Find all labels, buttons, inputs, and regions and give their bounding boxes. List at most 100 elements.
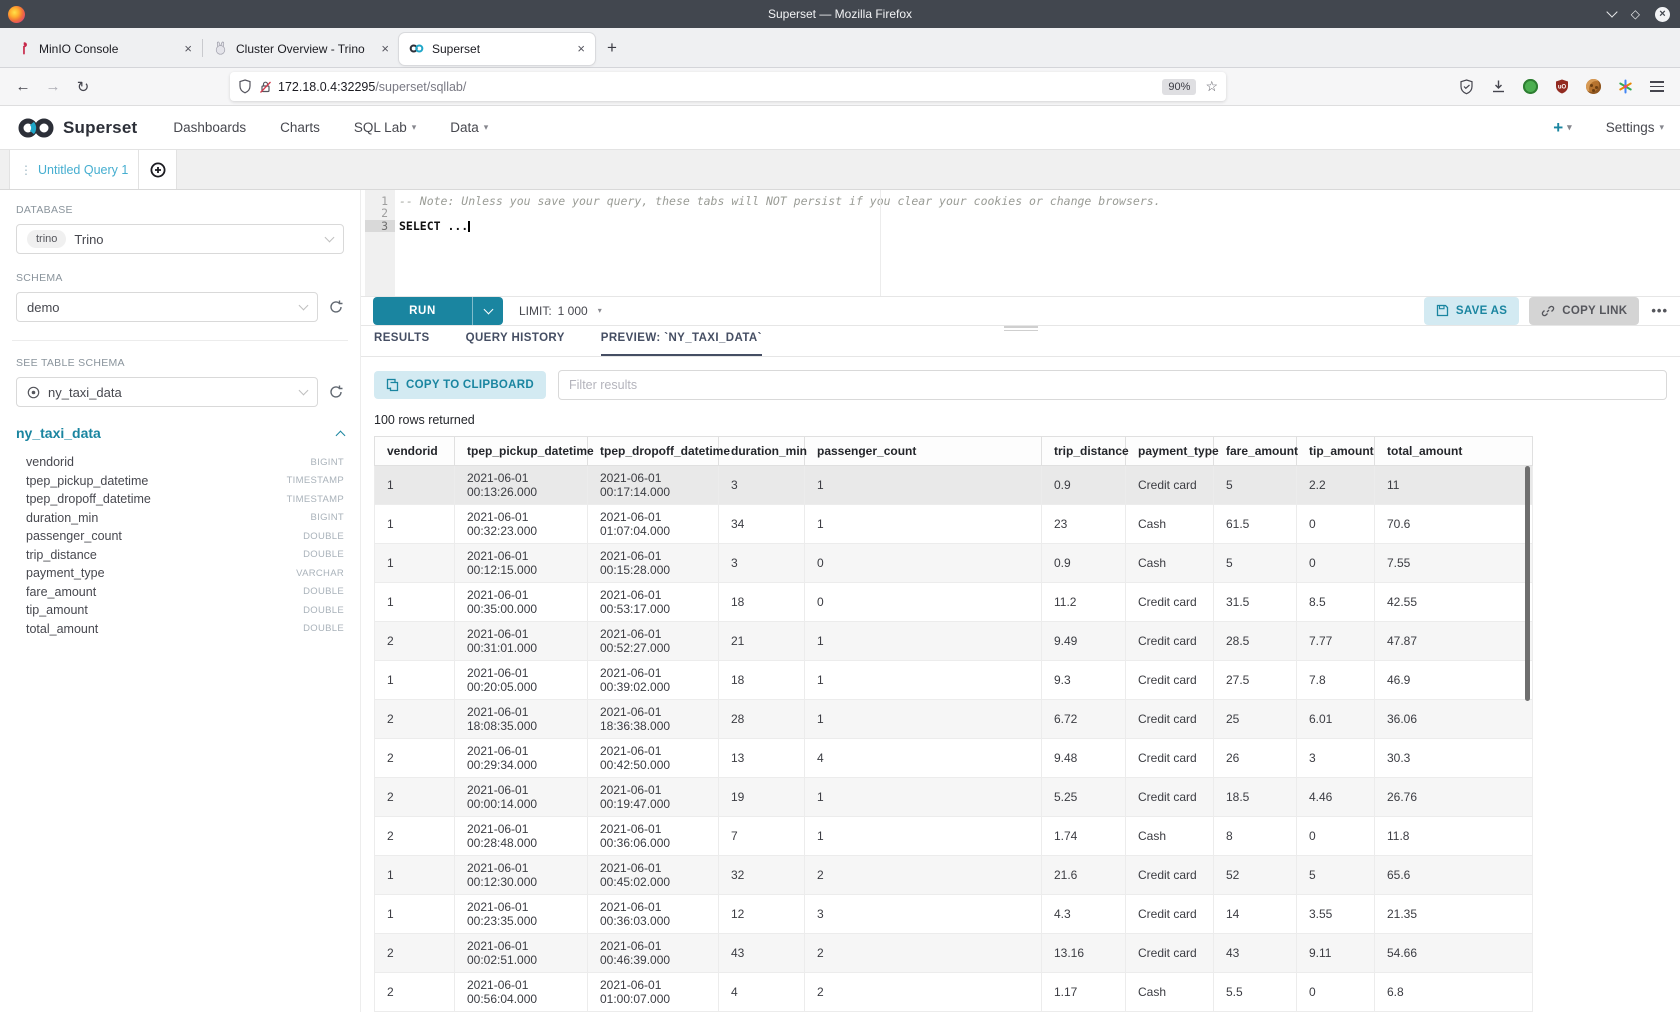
table-cell: 1 bbox=[805, 700, 1042, 739]
tracking-shield-icon[interactable] bbox=[238, 79, 252, 94]
table-row[interactable]: 22021-06-01 00:29:34.0002021-06-01 00:42… bbox=[375, 739, 1533, 778]
window-close-icon[interactable]: × bbox=[1655, 7, 1670, 22]
table-row[interactable]: 22021-06-01 00:31:01.0002021-06-01 00:52… bbox=[375, 622, 1533, 661]
cookie-extension-icon[interactable] bbox=[1586, 79, 1601, 94]
superset-logo[interactable]: Superset bbox=[16, 116, 137, 140]
table-cell: 5 bbox=[1214, 466, 1297, 505]
collapse-chevron-up-icon[interactable] bbox=[336, 430, 346, 440]
table-header-row: vendoridtpep_pickup_datetimetpep_dropoff… bbox=[375, 437, 1533, 466]
tab-close-icon[interactable]: × bbox=[577, 41, 585, 56]
table-row[interactable]: 22021-06-01 00:56:04.0002021-06-01 01:00… bbox=[375, 973, 1533, 1012]
sql-code-editor[interactable]: 1 2 3 -- Note: Unless you save your quer… bbox=[361, 190, 1680, 297]
table-cell: 14 bbox=[1214, 895, 1297, 934]
browser-tab-superset[interactable]: Superset × bbox=[399, 33, 595, 65]
run-dropdown-button[interactable] bbox=[473, 297, 503, 325]
column-type: TIMESTAMP bbox=[287, 494, 344, 505]
database-select[interactable]: trino Trino bbox=[16, 224, 344, 254]
tab-preview-table[interactable]: PREVIEW: `NY_TAXI_DATA` bbox=[601, 332, 762, 356]
more-actions-button[interactable]: ••• bbox=[1651, 303, 1668, 318]
table-header-cell[interactable]: payment_type bbox=[1126, 437, 1214, 466]
table-row[interactable]: 12021-06-01 00:32:23.0002021-06-01 01:07… bbox=[375, 505, 1533, 544]
window-maximize-icon[interactable]: ◇ bbox=[1631, 8, 1640, 20]
bookmark-star-icon[interactable]: ☆ bbox=[1205, 78, 1218, 95]
table-header-cell[interactable]: tpep_pickup_datetime bbox=[455, 437, 588, 466]
copy-link-button[interactable]: COPY LINK bbox=[1529, 297, 1639, 325]
table-row[interactable]: 12021-06-01 00:12:15.0002021-06-01 00:15… bbox=[375, 544, 1533, 583]
table-row[interactable]: 22021-06-01 00:00:14.0002021-06-01 00:19… bbox=[375, 778, 1533, 817]
save-as-button[interactable]: SAVE AS bbox=[1424, 297, 1519, 325]
settings-menu[interactable]: Settings▾ bbox=[1606, 120, 1664, 135]
query-tab-active[interactable]: ⋮ Untitled Query 1 × bbox=[9, 150, 139, 189]
insecure-lock-icon[interactable] bbox=[259, 80, 272, 94]
table-scrollbar[interactable] bbox=[1525, 466, 1530, 701]
pocket-shield-icon[interactable] bbox=[1459, 79, 1474, 95]
table-header-cell[interactable]: trip_distance bbox=[1042, 437, 1126, 466]
table-cell: 1 bbox=[805, 778, 1042, 817]
table-cell: 2021-06-01 18:08:35.000 bbox=[455, 700, 588, 739]
table-cell: 3 bbox=[719, 466, 805, 505]
table-cell: 2021-06-01 00:36:06.000 bbox=[588, 817, 719, 856]
tab-close-icon[interactable]: × bbox=[184, 41, 192, 56]
chevron-down-icon bbox=[299, 386, 309, 396]
new-tab-button[interactable]: + bbox=[607, 38, 617, 58]
table-row[interactable]: 12021-06-01 00:23:35.0002021-06-01 00:36… bbox=[375, 895, 1533, 934]
back-icon[interactable]: ← bbox=[8, 78, 38, 95]
tab-results[interactable]: RESULTS bbox=[374, 332, 430, 356]
add-query-tab-button[interactable] bbox=[139, 150, 177, 189]
database-label: DATABASE bbox=[16, 204, 344, 216]
tab-close-icon[interactable]: × bbox=[381, 41, 389, 56]
table-cell: 0 bbox=[1297, 505, 1375, 544]
nav-item-sql-lab[interactable]: SQL Lab▾ bbox=[354, 120, 416, 135]
table-header-cell[interactable]: passenger_count bbox=[805, 437, 1042, 466]
table-cell: 2 bbox=[375, 778, 455, 817]
refresh-tables-icon[interactable] bbox=[328, 384, 344, 400]
refresh-schemas-icon[interactable] bbox=[328, 299, 344, 315]
browser-tab-minio[interactable]: MinIO Console × bbox=[6, 33, 202, 65]
forward-icon[interactable]: → bbox=[38, 78, 68, 95]
multicolor-extension-icon[interactable] bbox=[1618, 79, 1633, 94]
nav-item-charts[interactable]: Charts bbox=[280, 120, 320, 135]
copy-to-clipboard-button[interactable]: COPY TO CLIPBOARD bbox=[374, 371, 546, 399]
schema-select[interactable]: demo bbox=[16, 292, 318, 322]
table-row[interactable]: 22021-06-01 18:08:35.0002021-06-01 18:36… bbox=[375, 700, 1533, 739]
menu-hamburger-icon[interactable] bbox=[1650, 81, 1664, 92]
table-cell: 1 bbox=[805, 817, 1042, 856]
column-type: DOUBLE bbox=[303, 531, 344, 542]
downloads-icon[interactable] bbox=[1491, 79, 1506, 94]
table-header-cell[interactable]: vendorid bbox=[375, 437, 455, 466]
table-row[interactable]: 12021-06-01 00:20:05.0002021-06-01 00:39… bbox=[375, 661, 1533, 700]
table-row[interactable]: 22021-06-01 00:28:48.0002021-06-01 00:36… bbox=[375, 817, 1533, 856]
table-row[interactable]: 22021-06-01 00:02:51.0002021-06-01 00:46… bbox=[375, 934, 1533, 973]
svg-text:uO: uO bbox=[1558, 85, 1567, 91]
new-item-button[interactable]: +▾ bbox=[1553, 118, 1571, 138]
extension-green-icon[interactable] bbox=[1523, 79, 1538, 94]
reload-icon[interactable]: ↻ bbox=[68, 78, 98, 96]
table-cell: 2 bbox=[375, 934, 455, 973]
ublock-origin-icon[interactable]: uO bbox=[1555, 79, 1569, 94]
drag-handle-icon[interactable]: ⋮ bbox=[20, 163, 31, 177]
table-row[interactable]: 12021-06-01 00:13:26.0002021-06-01 00:17… bbox=[375, 466, 1533, 505]
table-select[interactable]: ny_taxi_data bbox=[16, 377, 318, 407]
tab-query-history[interactable]: QUERY HISTORY bbox=[466, 332, 565, 356]
browser-tab-trino[interactable]: Cluster Overview - Trino × bbox=[203, 33, 399, 65]
window-minimize-icon[interactable] bbox=[1606, 6, 1617, 17]
url-bar[interactable]: 172.18.0.4:32295/superset/sqllab/ 90% ☆ bbox=[230, 72, 1226, 101]
table-header-cell[interactable]: duration_min bbox=[719, 437, 805, 466]
table-row[interactable]: 12021-06-01 00:35:00.0002021-06-01 00:53… bbox=[375, 583, 1533, 622]
nav-item-data[interactable]: Data▾ bbox=[450, 120, 488, 135]
table-schema-title[interactable]: ny_taxi_data bbox=[16, 425, 337, 441]
table-header-cell[interactable]: fare_amount bbox=[1214, 437, 1297, 466]
run-button[interactable]: RUN bbox=[373, 297, 473, 325]
table-cell: Credit card bbox=[1126, 934, 1214, 973]
table-header-cell[interactable]: tpep_dropoff_datetime bbox=[588, 437, 719, 466]
table-header-cell[interactable]: tip_amount bbox=[1297, 437, 1375, 466]
table-row[interactable]: 12021-06-01 00:12:30.0002021-06-01 00:45… bbox=[375, 856, 1533, 895]
filter-results-input[interactable] bbox=[558, 370, 1667, 400]
table-cell: 4 bbox=[805, 739, 1042, 778]
table-header-cell[interactable]: total_amount bbox=[1375, 437, 1533, 466]
column-type: BIGINT bbox=[311, 457, 344, 468]
limit-dropdown[interactable]: LIMIT: 1 000 ▾ bbox=[519, 304, 602, 318]
nav-item-dashboards[interactable]: Dashboards bbox=[173, 120, 246, 135]
table-cell: 43 bbox=[719, 934, 805, 973]
zoom-level-badge[interactable]: 90% bbox=[1162, 79, 1196, 95]
